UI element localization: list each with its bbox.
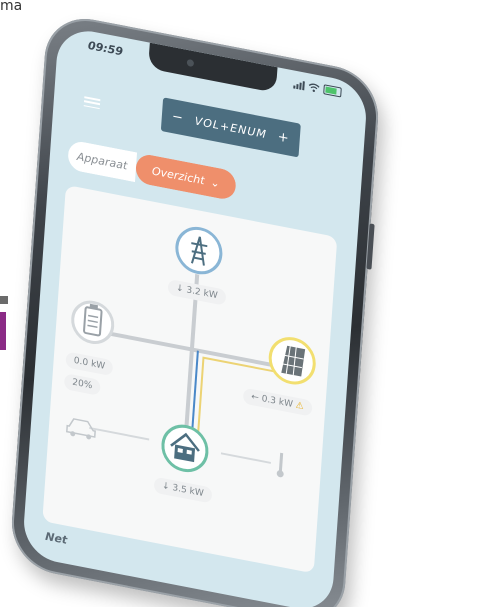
brand-logo-purple-mark [0, 312, 6, 350]
signal-icon [293, 79, 305, 90]
battery-node[interactable] [71, 299, 115, 346]
car-line [89, 426, 150, 441]
tab-overzicht-label: Overzicht [151, 163, 205, 187]
warning-icon[interactable]: ⚠ [295, 401, 304, 412]
battery-status-icon [323, 84, 342, 98]
device-name: VOL+ENUM [194, 114, 268, 141]
status-icons [293, 78, 342, 98]
thermometer-icon[interactable] [276, 452, 285, 478]
energy-overview-card: ↓ 3.2 kW 0.0 kW 20% ← 0.3 kW ⚠ ↓ 3.5 kW [42, 184, 338, 574]
heat-line [220, 452, 271, 464]
grid-node[interactable] [175, 225, 223, 277]
brand-logo-fragment [0, 296, 8, 356]
tab-apparaat[interactable]: Apparaat [67, 139, 138, 183]
status-time: 09:59 [87, 38, 124, 59]
solar-node[interactable] [268, 335, 316, 387]
next-device-button[interactable]: + [277, 129, 290, 146]
hamburger-menu-icon[interactable] [83, 96, 101, 110]
brand-logo-grey-mark [0, 296, 8, 304]
cropped-heading-text: ma [0, 0, 23, 14]
bottom-tab-net[interactable]: Net [45, 530, 68, 547]
tab-overzicht[interactable]: Overzicht ⌄ [134, 152, 237, 202]
stage: ma 09:59 − VOL+ENUM + Apparaat Overzicht… [0, 0, 504, 607]
previous-device-button[interactable]: − [171, 109, 184, 126]
app-screen: 09:59 − VOL+ENUM + Apparaat Overzicht ⌄ … [21, 25, 369, 607]
camera-icon [186, 58, 195, 68]
wifi-icon [308, 83, 320, 92]
chevron-down-icon: ⌄ [210, 175, 221, 190]
device-stepper: − VOL+ENUM + [160, 97, 301, 158]
phone-mockup: 09:59 − VOL+ENUM + Apparaat Overzicht ⌄ … [8, 10, 382, 607]
house-node[interactable] [161, 422, 209, 474]
